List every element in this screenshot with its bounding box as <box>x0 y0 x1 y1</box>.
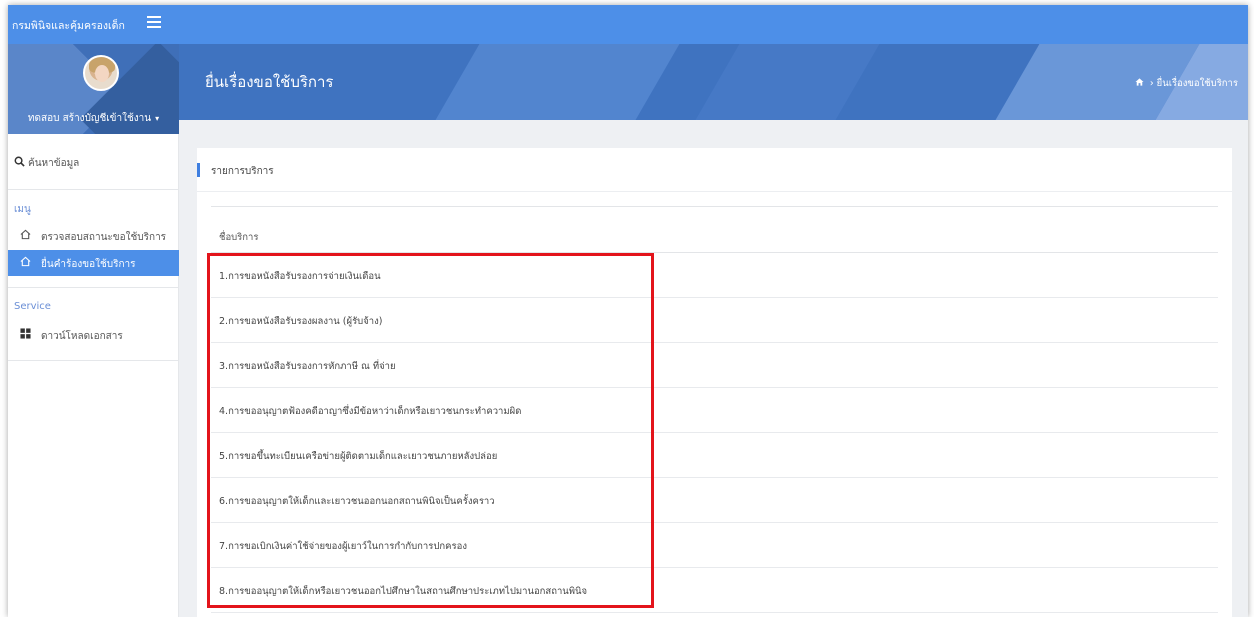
menu-section-title: เมนู <box>14 204 31 215</box>
breadcrumb-current: › ยื่นเรื่องขอใช้บริการ <box>1149 78 1238 89</box>
sidebar-item-check-status[interactable]: ตรวจสอบสถานะขอใช้บริการ <box>8 223 179 249</box>
service-section-title: Service <box>14 301 51 312</box>
column-header-service-name: ชื่อบริการ <box>219 232 259 243</box>
sidebar-item-label: ดาวน์โหลดเอกสาร <box>41 331 123 342</box>
table-row[interactable]: 7.การขอเบิกเงินค่าใช้จ่ายของผู้เยาว์ในกา… <box>211 523 1218 568</box>
table-row[interactable]: 1.การขอหนังสือรับรองการจ่ายเงินเดือน <box>211 253 1218 298</box>
service-list-card: รายการบริการ ชื่อบริการ 1.การขอหนังสือรั… <box>197 148 1232 617</box>
search-label: ค้นหาข้อมูล <box>28 158 80 169</box>
table-row[interactable]: 5.การขอขึ้นทะเบียนเครือข่ายผู้ติดตามเด็ก… <box>211 433 1218 478</box>
sidebar-item-submit-request[interactable]: ยื่นคำร้องขอใช้บริการ <box>8 250 179 276</box>
home-icon[interactable] <box>1135 78 1147 89</box>
grid-icon <box>20 328 32 340</box>
home-icon <box>20 229 32 241</box>
service-name[interactable]: 8.การขออนุญาตให้เด็กหรือเยาวชนออกไปศึกษา… <box>219 584 587 599</box>
service-name[interactable]: 1.การขอหนังสือรับรองการจ่ายเงินเดือน <box>219 269 381 284</box>
hamburger-menu-icon[interactable] <box>147 16 161 28</box>
table-row[interactable]: 6.การขออนุญาตให้เด็กและเยาวชนออกนอกสถานพ… <box>211 478 1218 523</box>
user-name: ทดสอบ สร้างบัญชีเข้าใช้งาน <box>27 113 152 124</box>
sidebar-search[interactable]: ค้นหาข้อมูล <box>8 134 179 190</box>
table-row[interactable]: 4.การขออนุญาตฟ้องคดีอาญาซึ่งมีข้อหาว่าเด… <box>211 388 1218 433</box>
table-divider <box>211 206 1218 207</box>
user-profile-panel: ทดสอบ สร้างบัญชีเข้าใช้งาน ▾ <box>8 44 179 134</box>
table-row[interactable]: 2.การขอหนังสือรับรองผลงาน (ผู้รับจ้าง) <box>211 298 1218 343</box>
sidebar-divider <box>8 360 179 361</box>
app-window: กรมพินิจและคุ้มครองเด็ก ทดสอบ สร้างบัญชี… <box>8 5 1248 617</box>
home-icon <box>20 256 32 268</box>
user-menu-toggle[interactable]: ทดสอบ สร้างบัญชีเข้าใช้งาน ▾ <box>8 111 179 126</box>
table-row[interactable]: 3.การขอหนังสือรับรองการหักภาษี ณ ที่จ่าย <box>211 343 1218 388</box>
sidebar-item-download-documents[interactable]: ดาวน์โหลดเอกสาร <box>8 322 179 348</box>
avatar <box>83 55 119 91</box>
brand-title[interactable]: กรมพินิจและคุ้มครองเด็ก <box>12 17 125 34</box>
top-bar: กรมพินิจและคุ้มครองเด็ก <box>8 5 1248 44</box>
service-name[interactable]: 7.การขอเบิกเงินค่าใช้จ่ายของผู้เยาว์ในกา… <box>219 539 467 554</box>
sidebar-item-label: ยื่นคำร้องขอใช้บริการ <box>41 259 136 270</box>
table-row[interactable]: 8.การขออนุญาตให้เด็กหรือเยาวชนออกไปศึกษา… <box>211 568 1218 613</box>
page-title: ยื่นเรื่องขอใช้บริการ <box>205 73 334 91</box>
card-header-accent <box>197 163 200 177</box>
card-title: รายการบริการ <box>211 166 274 177</box>
search-icon <box>14 156 25 170</box>
service-name[interactable]: 5.การขอขึ้นทะเบียนเครือข่ายผู้ติดตามเด็ก… <box>219 449 497 464</box>
sidebar-item-label: ตรวจสอบสถานะขอใช้บริการ <box>41 232 167 243</box>
sidebar: ทดสอบ สร้างบัญชีเข้าใช้งาน ▾ ค้นหาข้อมูล … <box>8 44 179 617</box>
service-name[interactable]: 6.การขออนุญาตให้เด็กและเยาวชนออกนอกสถานพ… <box>219 494 495 509</box>
service-name[interactable]: 3.การขอหนังสือรับรองการหักภาษี ณ ที่จ่าย <box>219 359 396 374</box>
sidebar-divider <box>8 287 179 288</box>
caret-down-icon: ▾ <box>155 114 160 123</box>
card-header: รายการบริการ <box>197 148 1232 192</box>
page-header-banner: ยื่นเรื่องขอใช้บริการ › ยื่นเรื่องขอใช้บ… <box>179 44 1248 120</box>
breadcrumb[interactable]: › ยื่นเรื่องขอใช้บริการ <box>1135 76 1238 91</box>
service-name[interactable]: 2.การขอหนังสือรับรองผลงาน (ผู้รับจ้าง) <box>219 314 382 329</box>
service-name[interactable]: 4.การขออนุญาตฟ้องคดีอาญาซึ่งมีข้อหาว่าเด… <box>219 404 521 419</box>
